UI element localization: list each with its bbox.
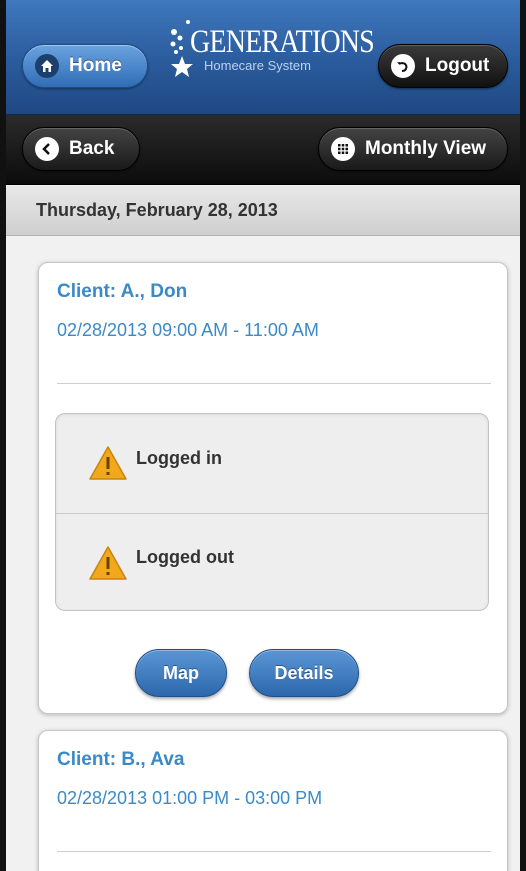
warning-icon bbox=[89, 446, 127, 480]
map-button[interactable]: Map bbox=[135, 649, 227, 697]
back-button[interactable]: Back bbox=[22, 127, 140, 171]
grid-icon bbox=[331, 137, 355, 161]
status-label: Logged in bbox=[136, 447, 222, 468]
app-screen: Home GENERATIONS Homecare System Logout bbox=[0, 0, 526, 871]
monthly-view-button[interactable]: Monthly View bbox=[318, 127, 508, 171]
visit-time: 02/28/2013 01:00 PM - 03:00 PM bbox=[57, 788, 323, 808]
details-button[interactable]: Details bbox=[249, 649, 359, 697]
monthly-view-label: Monthly View bbox=[365, 138, 487, 159]
logout-button-label: Logout bbox=[425, 55, 490, 76]
generations-logo: GENERATIONS Homecare System bbox=[162, 8, 375, 88]
logo-subtitle: Homecare System bbox=[204, 58, 311, 73]
card-divider bbox=[57, 383, 491, 384]
chevron-left-icon bbox=[35, 137, 59, 161]
date-header: Thursday, February 28, 2013 bbox=[6, 186, 520, 236]
warning-icon bbox=[89, 545, 127, 580]
client-name[interactable]: Client: B., Ava bbox=[57, 749, 184, 771]
logout-button[interactable]: Logout bbox=[378, 44, 508, 88]
status-row-logged-in: Logged in bbox=[56, 414, 488, 512]
logout-icon bbox=[391, 54, 415, 78]
home-icon bbox=[35, 54, 59, 78]
client-name[interactable]: Client: A., Don bbox=[57, 281, 187, 303]
visit-card: Client: A., Don 02/28/2013 09:00 AM - 11… bbox=[38, 262, 508, 714]
home-button-label: Home bbox=[69, 55, 122, 76]
visit-card: Client: B., Ava 02/28/2013 01:00 PM - 03… bbox=[38, 730, 508, 871]
logo-title: GENERATIONS bbox=[190, 24, 375, 60]
status-label: Logged out bbox=[136, 547, 234, 567]
visit-time: 02/28/2013 09:00 AM - 11:00 AM bbox=[57, 320, 319, 340]
status-list: Logged in Logged out bbox=[55, 413, 489, 611]
navigation-toolbar: Back Monthly View bbox=[6, 115, 520, 185]
home-button[interactable]: Home bbox=[22, 44, 148, 88]
card-divider bbox=[57, 851, 491, 852]
back-button-label: Back bbox=[69, 138, 115, 159]
status-row-logged-out: Logged out bbox=[56, 513, 488, 611]
app-header: Home GENERATIONS Homecare System Logout bbox=[6, 0, 520, 115]
